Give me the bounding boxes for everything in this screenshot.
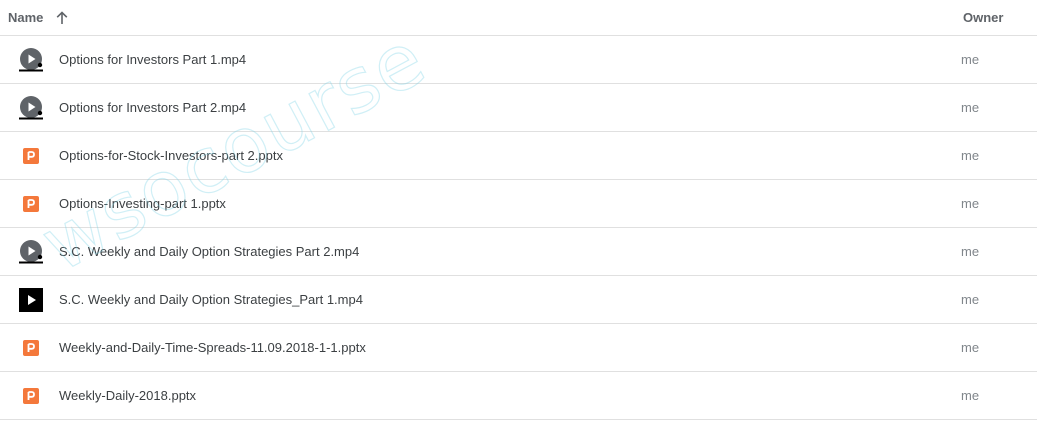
- file-owner: me: [961, 244, 980, 259]
- owner-column-label[interactable]: Owner: [963, 10, 1003, 25]
- file-name: S.C. Weekly and Daily Option Strategies_…: [59, 292, 363, 307]
- file-owner: me: [961, 340, 980, 355]
- video-grey-icon: [19, 48, 43, 72]
- file-name: Options-for-Stock-Investors-part 2.pptx: [59, 148, 283, 163]
- file-row[interactable]: Options-Investing-part 1.pptx me: [0, 180, 1037, 228]
- file-rows: Options for Investors Part 1.mp4 me Option…: [0, 36, 1037, 420]
- file-row[interactable]: Options for Investors Part 1.mp4 me: [0, 36, 1037, 84]
- powerpoint-icon: [23, 388, 39, 404]
- powerpoint-icon: [23, 340, 39, 356]
- arrow-up-icon: [57, 10, 68, 24]
- powerpoint-icon: [23, 148, 39, 164]
- sort-by-name-button[interactable]: Name: [8, 10, 69, 25]
- file-owner: me: [961, 292, 980, 307]
- file-name: S.C. Weekly and Daily Option Strategies …: [59, 244, 360, 259]
- powerpoint-icon: [23, 196, 39, 212]
- file-owner: me: [961, 196, 980, 211]
- file-name: Options-Investing-part 1.pptx: [59, 196, 226, 211]
- file-row[interactable]: Options-for-Stock-Investors-part 2.pptx m…: [0, 132, 1037, 180]
- file-name: Weekly-Daily-2018.pptx: [59, 388, 197, 403]
- video-black-icon: [19, 288, 43, 312]
- video-grey-icon: [19, 96, 43, 120]
- file-owner: me: [961, 100, 980, 115]
- file-name: Options for Investors Part 2.mp4: [59, 100, 247, 115]
- file-name: Weekly-and-Daily-Time-Spreads-11.09.2018…: [59, 340, 366, 355]
- name-column-label: Name: [8, 10, 44, 25]
- video-grey-icon: [19, 240, 43, 264]
- file-row[interactable]: S.C. Weekly and Daily Option Strategies_…: [0, 276, 1037, 324]
- file-list: Name Owner Options for Investors Part 1.…: [0, 0, 1037, 420]
- file-row[interactable]: S.C. Weekly and Daily Option Strategies …: [0, 228, 1037, 276]
- file-row[interactable]: Options for Investors Part 2.mp4 me: [0, 84, 1037, 132]
- list-header: Name Owner: [0, 0, 1037, 36]
- file-owner: me: [961, 388, 980, 403]
- file-owner: me: [961, 52, 980, 67]
- file-row[interactable]: Weekly-Daily-2018.pptx me: [0, 372, 1037, 420]
- file-name: Options for Investors Part 1.mp4: [59, 52, 247, 67]
- file-owner: me: [961, 148, 980, 163]
- file-row[interactable]: Weekly-and-Daily-Time-Spreads-11.09.2018…: [0, 324, 1037, 372]
